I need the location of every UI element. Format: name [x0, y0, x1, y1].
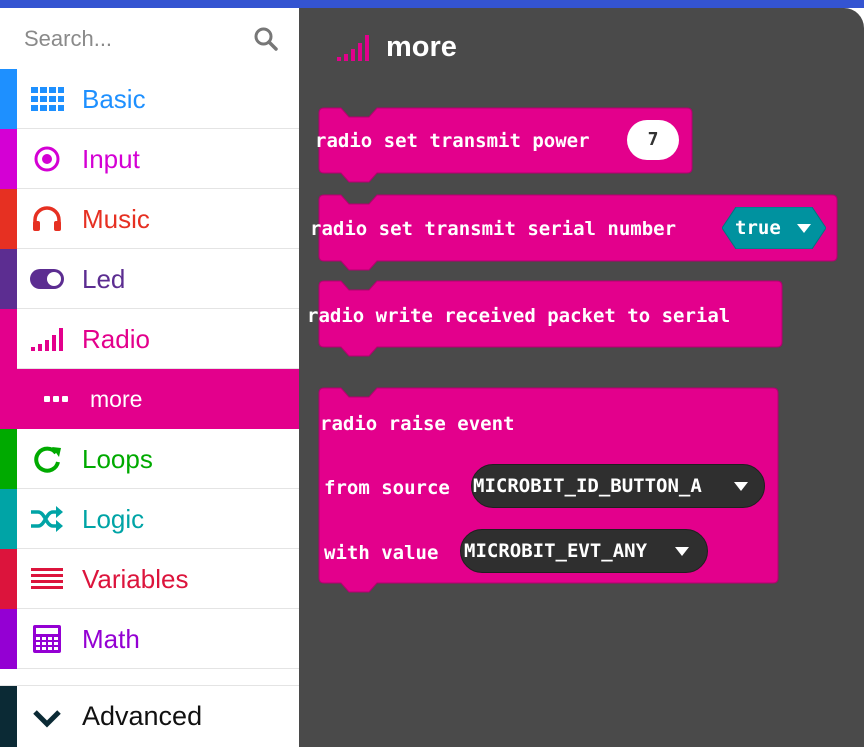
- dropdown-value: MICROBIT_EVT_ANY: [464, 540, 648, 562]
- block-set-transmit-serial-number[interactable]: radio set transmit serial number true: [310, 194, 838, 275]
- target-icon: [34, 146, 60, 172]
- toolbox-divider: [0, 669, 299, 686]
- category-variables[interactable]: Variables: [0, 549, 299, 609]
- category-label: Variables: [82, 564, 189, 594]
- refresh-icon: [34, 446, 61, 473]
- toggle-icon: [30, 269, 64, 289]
- category-color-bar: [0, 69, 17, 129]
- block-label: radio set transmit serial number: [310, 218, 677, 240]
- search-input[interactable]: [24, 24, 244, 54]
- lines-icon: [31, 568, 63, 589]
- signal-bars-icon: [337, 35, 369, 61]
- category-led[interactable]: Led: [0, 249, 299, 309]
- signal-bars-icon: [31, 328, 63, 351]
- toolbox: Basic Input Music Led: [0, 8, 299, 747]
- source-dropdown[interactable]: MICROBIT_ID_BUTTON_A: [471, 464, 765, 508]
- block-flyout: more radio set transmit power 7 radio se…: [299, 8, 864, 747]
- block-set-transmit-power[interactable]: radio set transmit power 7: [315, 107, 693, 186]
- category-label: Loops: [82, 444, 153, 474]
- shuffle-icon: [31, 506, 63, 532]
- search-icon[interactable]: [253, 26, 279, 52]
- category-label: Basic: [82, 84, 146, 114]
- block-raise-event[interactable]: radio raise event from source MICROBIT_I…: [318, 387, 779, 598]
- category-logic[interactable]: Logic: [0, 489, 299, 549]
- category-label: Logic: [82, 504, 145, 534]
- category-label: more: [90, 386, 143, 412]
- dropdown-arrow-icon: [797, 224, 811, 233]
- transmit-power-value-input[interactable]: 7: [627, 120, 679, 160]
- block-label: radio raise event: [320, 413, 515, 435]
- calculator-icon: [33, 625, 61, 653]
- source-label: from source: [324, 477, 450, 499]
- category-color-bar: [0, 489, 17, 549]
- category-label: Led: [82, 264, 126, 294]
- category-math[interactable]: Math: [0, 609, 299, 669]
- ellipsis-icon: [44, 396, 68, 402]
- value-dropdown[interactable]: MICROBIT_EVT_ANY: [460, 529, 708, 573]
- dropdown-value: MICROBIT_ID_BUTTON_A: [473, 475, 702, 497]
- category-music[interactable]: Music: [0, 189, 299, 249]
- category-loops[interactable]: Loops: [0, 429, 299, 489]
- search-box: [0, 8, 299, 69]
- category-advanced[interactable]: Advanced: [0, 686, 299, 747]
- category-color-bar: [0, 249, 17, 309]
- chevron-down-icon: [33, 710, 61, 728]
- top-bar: [0, 0, 864, 8]
- dropdown-value: true: [735, 217, 781, 239]
- block-write-received-packet-to-serial[interactable]: radio write received packet to serial: [307, 280, 783, 361]
- block-label: radio write received packet to serial: [307, 305, 731, 327]
- grid-icon: [31, 87, 64, 111]
- flyout-title: more: [386, 31, 457, 63]
- dropdown-arrow-icon: [675, 547, 689, 556]
- category-label: Radio: [82, 324, 150, 354]
- serial-number-boolean-dropdown[interactable]: true: [722, 207, 826, 249]
- category-label: Advanced: [82, 701, 203, 731]
- category-input[interactable]: Input: [0, 129, 299, 189]
- headphones-icon: [33, 206, 61, 231]
- category-color-bar: [0, 129, 17, 189]
- dropdown-arrow-icon: [734, 482, 748, 491]
- category-color-bar: [0, 549, 17, 609]
- category-color-bar: [0, 429, 17, 489]
- category-color-bar: [0, 686, 17, 747]
- block-label: radio set transmit power: [315, 130, 590, 152]
- category-color-bar: [0, 189, 17, 249]
- category-color-bar: [0, 309, 17, 369]
- category-label: Music: [82, 204, 150, 234]
- value-label: with value: [324, 542, 439, 564]
- category-label: Input: [82, 144, 140, 174]
- category-radio-more[interactable]: more: [0, 369, 299, 429]
- category-basic[interactable]: Basic: [0, 69, 299, 129]
- category-label: Math: [82, 624, 140, 654]
- category-radio[interactable]: Radio: [0, 309, 299, 369]
- category-color-bar: [0, 609, 17, 669]
